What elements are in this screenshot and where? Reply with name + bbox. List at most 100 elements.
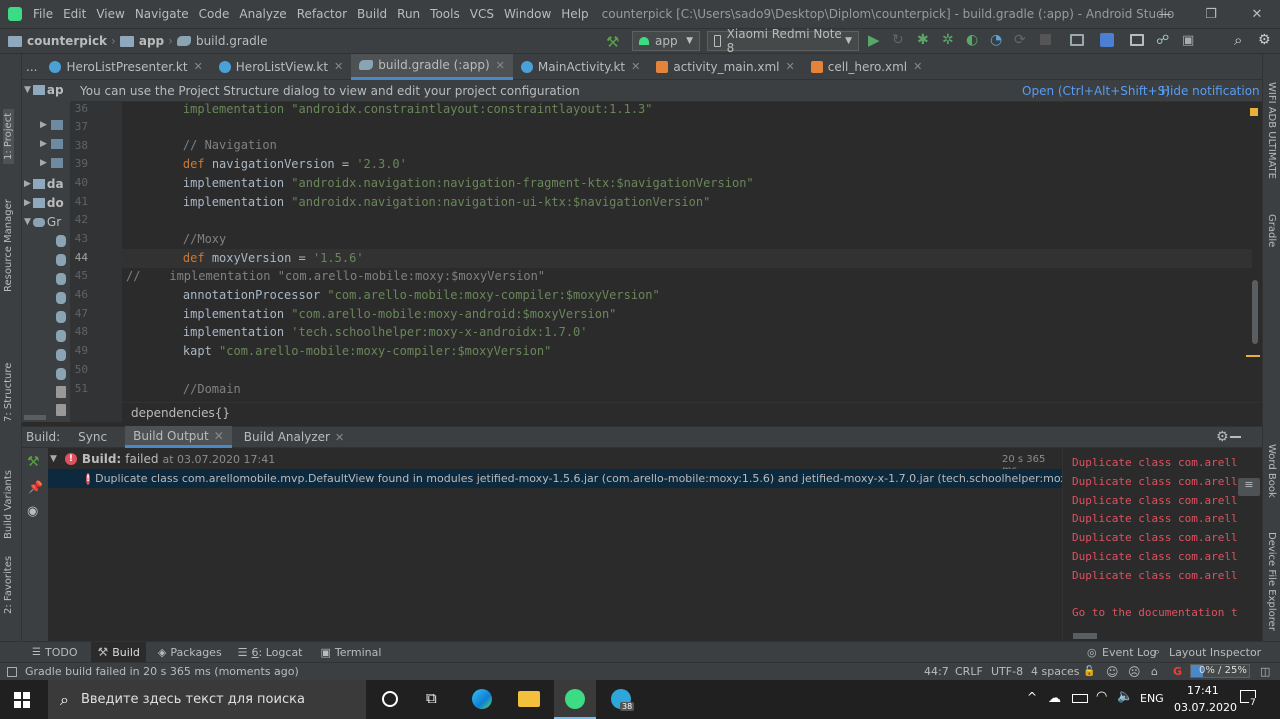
apply-changes-icon[interactable]: ⟳	[1014, 32, 1026, 48]
hector-icon[interactable]: ☹	[1128, 665, 1141, 679]
hammer-icon[interactable]: ⚒	[606, 33, 619, 51]
tool-window-resource-manager[interactable]: Resource Manager	[3, 199, 14, 292]
properties-file-icon[interactable]	[56, 404, 66, 416]
volume-icon[interactable]: 🔈	[1117, 689, 1133, 704]
tab-herolistview[interactable]: HeroListView.kt ✕	[211, 54, 351, 80]
close-icon[interactable]: ✕	[334, 60, 343, 73]
menu-build[interactable]: Build	[352, 7, 392, 21]
tool-logcat[interactable]: : Logcat	[259, 646, 303, 659]
device-select[interactable]: Xiaomi Redmi Note 8 ▼	[707, 27, 859, 55]
gradle-file-icon[interactable]	[56, 235, 66, 247]
close-icon[interactable]: ✕	[786, 60, 795, 73]
editor-scrollbar[interactable]	[1252, 280, 1258, 344]
memory-indicator[interactable]: 0% / 25%	[1190, 664, 1250, 678]
maximize-button[interactable]: ❐	[1188, 0, 1234, 28]
device-manager-icon[interactable]	[1130, 34, 1144, 46]
close-icon[interactable]: ✕	[631, 60, 640, 73]
sync-icon[interactable]: ⌂	[1151, 665, 1158, 678]
close-icon[interactable]: ✕	[496, 59, 505, 72]
tool-window-structure[interactable]: 7: Structure	[3, 363, 14, 422]
tray-overflow-icon[interactable]: ^	[1027, 690, 1037, 704]
menu-window[interactable]: Window	[499, 7, 556, 21]
tool-event-log[interactable]: Event Log	[1102, 646, 1157, 659]
tool-layout-inspector[interactable]: Layout Inspector	[1169, 646, 1261, 659]
expand-icon[interactable]: ▼	[50, 454, 57, 464]
documentation-link[interactable]: Go to the documentation t	[1072, 606, 1238, 619]
tree-item-domain[interactable]: ▶ do	[24, 196, 64, 210]
language-indicator[interactable]: ENG	[1140, 692, 1164, 705]
settings-icon[interactable]: ⚙	[1216, 429, 1229, 445]
windows-start-icon[interactable]	[14, 692, 30, 708]
pin-icon[interactable]: 📌	[28, 480, 43, 494]
gradle-file-icon[interactable]	[56, 349, 66, 361]
tab-project-options[interactable]: ...	[22, 54, 41, 80]
tool-window-gradle[interactable]: Gradle	[1266, 214, 1277, 247]
close-button[interactable]: ✕	[1234, 0, 1280, 28]
menu-navigate[interactable]: Navigate	[130, 7, 194, 21]
tree-item-data[interactable]: ▶ da	[24, 177, 64, 191]
warning-marker-icon[interactable]	[1250, 108, 1258, 116]
rerun-icon[interactable]: ↻	[892, 32, 904, 48]
menu-file[interactable]: File	[28, 7, 58, 21]
tool-window-wifi-adb[interactable]: WIFI ADB ULTIMATE	[1266, 82, 1277, 179]
breadcrumb-file[interactable]: build.gradle	[196, 34, 268, 48]
debug-icon[interactable]: ✱	[917, 32, 929, 48]
tree-scrollbar[interactable]	[24, 415, 46, 420]
menu-refactor[interactable]: Refactor	[292, 7, 352, 21]
tool-window-word-book[interactable]: Word Book	[1266, 444, 1277, 498]
gradle-file-icon[interactable]	[56, 311, 66, 323]
eye-icon[interactable]: ◉	[27, 504, 38, 519]
tree-item-folder[interactable]: ▶	[40, 120, 63, 130]
tool-logcat-number[interactable]: 6	[252, 646, 259, 659]
close-icon[interactable]: ✕	[214, 429, 224, 443]
taskbar-telegram[interactable]: 38	[600, 680, 642, 719]
tree-item-app[interactable]: ▼ ap	[24, 83, 64, 97]
tool-todo[interactable]: TODO	[45, 646, 78, 659]
code-editor[interactable]: implementation "androidx.constraintlayou…	[122, 102, 1262, 422]
warning-stripe[interactable]	[1246, 355, 1260, 357]
stop-icon[interactable]	[1040, 34, 1051, 45]
caret-position[interactable]: 44:7	[924, 665, 949, 678]
build-hammer-icon[interactable]: ⚒	[27, 454, 40, 470]
build-error-row[interactable]: ! Duplicate class com.arellomobile.mvp.D…	[48, 469, 1120, 488]
breadcrumb-project[interactable]: counterpick	[27, 34, 107, 48]
profiler-icon[interactable]: ◔	[990, 32, 1002, 48]
tree-item-folder[interactable]: ▶	[40, 158, 63, 168]
sdk-manager-icon[interactable]	[1070, 34, 1084, 46]
gradle-file-icon[interactable]	[56, 330, 66, 342]
console-scrollbar[interactable]	[1073, 633, 1097, 639]
tab-build-gradle[interactable]: build.gradle (:app) ✕	[351, 53, 513, 80]
tool-window-build-variants[interactable]: Build Variants	[3, 470, 14, 539]
search-icon[interactable]: ⌕	[1234, 31, 1242, 49]
file-explorer-icon[interactable]	[518, 691, 540, 707]
tool-window-project[interactable]: 1: Project	[3, 108, 14, 164]
cortana-icon[interactable]	[382, 691, 398, 707]
tool-build-active[interactable]: ⚒ Build	[91, 642, 146, 662]
settings-icon[interactable]: ⚙	[1258, 32, 1271, 48]
menu-vcs[interactable]: VCS	[465, 7, 499, 21]
tab-cell-hero[interactable]: cell_hero.xml ✕	[803, 54, 931, 80]
avd-manager-icon[interactable]: ☍	[1156, 33, 1169, 48]
action-center-icon[interactable]: 7	[1240, 690, 1258, 708]
close-icon[interactable]: ✕	[335, 431, 344, 444]
clock-date[interactable]: 03.07.2020	[1174, 701, 1237, 714]
google-icon[interactable]: G	[1173, 665, 1182, 678]
taskbar-search-box[interactable]: ⌕ Введите здесь текст для поиска	[48, 680, 366, 719]
inspection-icon[interactable]: ☺	[1106, 665, 1119, 679]
indent-setting[interactable]: 4 spaces	[1031, 665, 1080, 678]
task-view-icon[interactable]: ⧉	[426, 689, 437, 707]
menu-run[interactable]: Run	[392, 7, 425, 21]
breadcrumb-module[interactable]: app	[139, 34, 164, 48]
gradle-file-icon[interactable]	[56, 254, 66, 266]
soft-wrap-icon[interactable]: ≡	[1238, 478, 1260, 496]
gradle-file-icon[interactable]	[56, 273, 66, 285]
close-icon[interactable]: ✕	[913, 60, 922, 73]
layout-editor-icon[interactable]: ▣	[1182, 33, 1194, 48]
line-separator[interactable]: CRLF	[955, 665, 983, 678]
edge-icon[interactable]	[472, 689, 492, 709]
status-toggle-icon[interactable]	[7, 666, 17, 677]
open-project-structure-link[interactable]: Open (Ctrl+Alt+Shift+S)	[1022, 84, 1170, 98]
menu-code[interactable]: Code	[194, 7, 235, 21]
menu-analyze[interactable]: Analyze	[234, 7, 291, 21]
run-config-select[interactable]: app ▼	[632, 31, 700, 51]
